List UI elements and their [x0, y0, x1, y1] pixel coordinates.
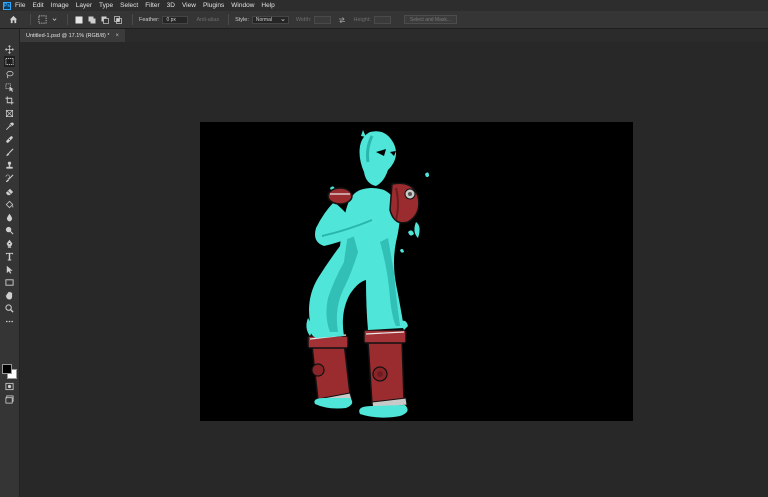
menu-plugins[interactable]: Plugins: [203, 2, 224, 9]
width-input[interactable]: [314, 15, 332, 24]
blur-tool-icon[interactable]: [4, 212, 15, 223]
history-brush-tool-icon[interactable]: [4, 173, 15, 184]
menu-image[interactable]: Image: [51, 2, 69, 9]
rectangle-tool-icon[interactable]: [4, 277, 15, 288]
hand-tool-icon[interactable]: [4, 290, 15, 301]
tools-panel: [0, 29, 20, 497]
divider: [132, 14, 133, 25]
menu-type[interactable]: Type: [99, 2, 113, 9]
chevron-down-icon: [281, 18, 285, 21]
menu-view[interactable]: View: [182, 2, 196, 9]
menu-layer[interactable]: Layer: [76, 2, 92, 9]
menu-3d[interactable]: 3D: [167, 2, 175, 9]
marquee-preset-icon[interactable]: [37, 15, 47, 25]
document-tab-title: Untitled-1.psd @ 17.1% (RGB/8) *: [26, 32, 110, 39]
screen-mode-icon[interactable]: [4, 394, 15, 405]
antialias-checkbox[interactable]: Anti-alias: [196, 17, 219, 23]
new-selection-icon[interactable]: [74, 15, 83, 24]
quick-mask-icon[interactable]: [4, 381, 15, 392]
object-select-tool-icon[interactable]: [4, 82, 15, 93]
menu-select[interactable]: Select: [120, 2, 138, 9]
divider: [30, 14, 31, 25]
eyedropper-tool-icon[interactable]: [4, 121, 15, 132]
document-tab[interactable]: Untitled-1.psd @ 17.1% (RGB/8) * ×: [20, 29, 126, 42]
path-select-tool-icon[interactable]: [4, 264, 15, 275]
subtract-from-selection-icon[interactable]: [100, 15, 109, 24]
height-input[interactable]: [373, 15, 391, 24]
more-tools-icon[interactable]: [4, 316, 15, 327]
crop-tool-icon[interactable]: [4, 95, 15, 106]
home-icon[interactable]: [8, 15, 18, 25]
eraser-tool-icon[interactable]: [4, 186, 15, 197]
style-label: Style:: [235, 16, 249, 23]
pen-tool-icon[interactable]: [4, 238, 15, 249]
default-colors-icon[interactable]: [1, 357, 8, 371]
menu-help[interactable]: Help: [261, 2, 274, 9]
swap-dimensions-icon[interactable]: [337, 15, 347, 25]
lasso-tool-icon[interactable]: [4, 69, 15, 80]
height-label: Height:: [353, 16, 371, 23]
paint-bucket-tool-icon[interactable]: [4, 199, 15, 210]
menu-file[interactable]: File: [15, 2, 25, 9]
menu-bar: Ps File Edit Image Layer Type Select Fil…: [0, 0, 768, 11]
document-canvas[interactable]: [200, 122, 633, 421]
add-to-selection-icon[interactable]: [87, 15, 96, 24]
chevron-down-icon[interactable]: [49, 15, 59, 25]
move-tool-icon[interactable]: [4, 44, 15, 55]
width-label: Width:: [295, 16, 312, 23]
frame-tool-icon[interactable]: [4, 108, 15, 119]
divider: [67, 14, 68, 25]
style-select[interactable]: Normal: [251, 15, 289, 24]
divider: [228, 14, 230, 25]
type-tool-icon[interactable]: [4, 251, 15, 262]
menu-filter[interactable]: Filter: [145, 2, 159, 9]
healing-brush-tool-icon[interactable]: [4, 134, 15, 145]
foreground-color-swatch[interactable]: [2, 364, 12, 374]
clone-stamp-tool-icon[interactable]: [4, 160, 15, 171]
menu-edit[interactable]: Edit: [32, 2, 43, 9]
canvas-artwork: [306, 130, 429, 418]
zoom-tool-icon[interactable]: [4, 303, 15, 314]
intersect-selection-icon[interactable]: [113, 15, 122, 24]
feather-input[interactable]: 0 px: [162, 15, 189, 24]
menu-window[interactable]: Window: [231, 2, 254, 9]
document-tab-strip: Untitled-1.psd @ 17.1% (RGB/8) * ×: [20, 29, 768, 42]
style-select-value: Normal: [255, 16, 272, 23]
document-workspace: [20, 42, 768, 497]
brush-tool-icon[interactable]: [4, 147, 15, 158]
select-and-mask-button[interactable]: Select and Mask...: [403, 15, 458, 24]
feather-label: Feather:: [139, 16, 160, 23]
marquee-tool-icon[interactable]: [4, 56, 15, 67]
dodge-tool-icon[interactable]: [4, 225, 15, 236]
close-icon[interactable]: ×: [116, 33, 120, 39]
photoshop-logo-icon: Ps: [3, 1, 11, 10]
options-bar: Feather: 0 px Anti-alias Style: Normal W…: [0, 11, 768, 29]
